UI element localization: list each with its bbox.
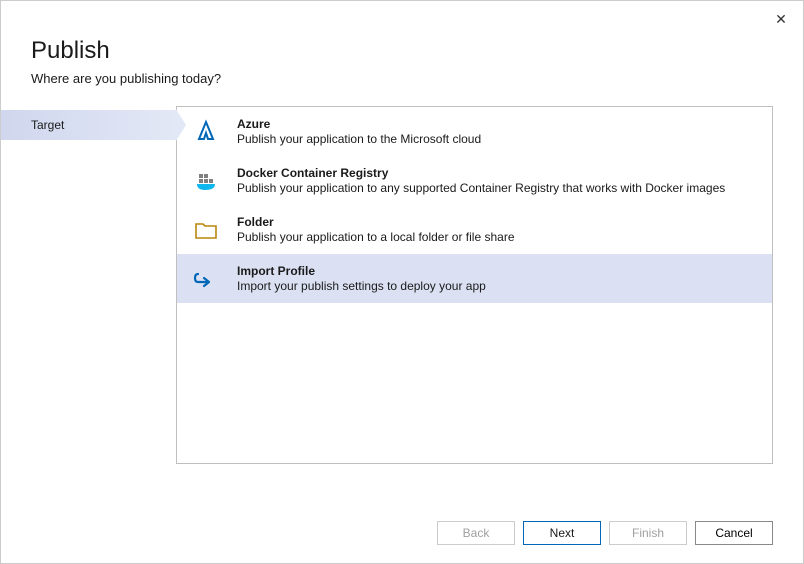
option-title: Import Profile <box>237 264 756 278</box>
dialog-subtitle: Where are you publishing today? <box>31 71 773 86</box>
option-title: Folder <box>237 215 756 229</box>
dialog-header: Publish Where are you publishing today? <box>1 1 803 106</box>
option-folder[interactable]: Folder Publish your application to a loc… <box>177 205 772 254</box>
finish-button: Finish <box>609 521 687 545</box>
sidebar-item-label: Target <box>31 118 64 132</box>
docker-icon <box>193 168 219 194</box>
option-text: Docker Container Registry Publish your a… <box>237 166 756 195</box>
option-text: Folder Publish your application to a loc… <box>237 215 756 244</box>
option-text: Azure Publish your application to the Mi… <box>237 117 756 146</box>
cancel-button[interactable]: Cancel <box>695 521 773 545</box>
content-area: Target Azure Publish your application to… <box>1 106 803 464</box>
option-azure[interactable]: Azure Publish your application to the Mi… <box>177 107 772 156</box>
option-import-profile[interactable]: Import Profile Import your publish setti… <box>177 254 772 303</box>
option-docker[interactable]: Docker Container Registry Publish your a… <box>177 156 772 205</box>
option-desc: Publish your application to any supporte… <box>237 181 756 195</box>
options-panel: Azure Publish your application to the Mi… <box>176 106 773 464</box>
option-desc: Import your publish settings to deploy y… <box>237 279 756 293</box>
dialog-footer: Back Next Finish Cancel <box>437 521 773 545</box>
option-title: Docker Container Registry <box>237 166 756 180</box>
folder-icon <box>193 217 219 243</box>
next-button[interactable]: Next <box>523 521 601 545</box>
wizard-sidebar: Target <box>1 106 176 464</box>
close-button[interactable]: ✕ <box>771 9 791 29</box>
option-desc: Publish your application to the Microsof… <box>237 132 756 146</box>
azure-icon <box>193 119 219 145</box>
dialog-title: Publish <box>31 37 773 65</box>
option-text: Import Profile Import your publish setti… <box>237 264 756 293</box>
option-desc: Publish your application to a local fold… <box>237 230 756 244</box>
import-icon <box>193 266 219 292</box>
sidebar-item-target[interactable]: Target <box>1 110 176 140</box>
back-button: Back <box>437 521 515 545</box>
option-title: Azure <box>237 117 756 131</box>
